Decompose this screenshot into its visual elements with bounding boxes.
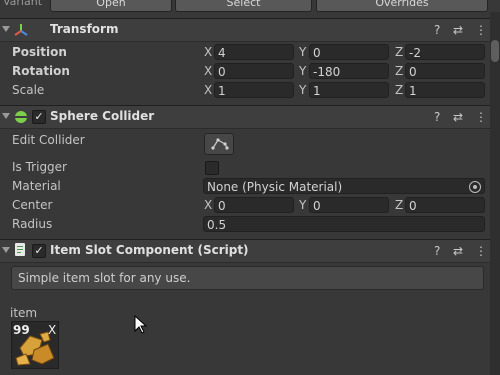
help-icon[interactable]: ?	[434, 23, 440, 37]
is-trigger-label: Is Trigger	[12, 160, 67, 174]
position-x-axis: X	[204, 45, 213, 59]
rotation-z-field[interactable]: 0	[405, 63, 485, 79]
position-x-field[interactable]: 4	[214, 44, 294, 60]
center-z-field[interactable]: 0	[405, 197, 485, 213]
sphere-collider-title: Sphere Collider	[50, 109, 155, 123]
presets-icon[interactable]: ⇄	[453, 244, 463, 258]
position-label: Position	[12, 45, 67, 59]
item-slot-enabled-checkbox[interactable]: ✓	[32, 244, 46, 258]
item-slot-header[interactable]: ✓ Item Slot Component (Script) ? ⇄ ⋮	[0, 239, 490, 263]
inspector-scrollbar-thumb[interactable]	[491, 40, 499, 62]
scale-label: Scale	[12, 83, 45, 97]
scale-x-axis: X	[204, 83, 213, 97]
object-picker-icon[interactable]	[469, 181, 481, 193]
variant-label: Variant	[3, 0, 43, 8]
presets-icon[interactable]: ⇄	[453, 110, 463, 124]
item-slot-foldout-arrow[interactable]	[2, 247, 10, 253]
sphere-collider-foldout-arrow[interactable]	[2, 113, 10, 119]
component-menu-icon[interactable]: ⋮	[475, 244, 487, 258]
radius-label: Radius	[12, 217, 53, 231]
scale-y-axis: Y	[299, 83, 307, 97]
rotation-y-field[interactable]: -180	[309, 63, 389, 79]
sphere-collider-enabled-checkbox[interactable]: ✓	[32, 110, 46, 124]
help-icon[interactable]: ?	[434, 110, 440, 124]
transform-header[interactable]: Transform ? ⇄ ⋮	[0, 18, 490, 42]
transform-foldout-arrow[interactable]	[2, 26, 10, 32]
position-z-axis: Z	[395, 45, 404, 59]
edit-collider-icon	[211, 138, 229, 150]
help-icon[interactable]: ?	[434, 244, 440, 258]
edit-collider-label: Edit Collider	[12, 133, 85, 147]
rotation-x-axis: X	[204, 64, 213, 78]
component-menu-icon[interactable]: ⋮	[475, 23, 487, 37]
scale-x-field[interactable]: 1	[214, 82, 294, 98]
center-x-axis: X	[204, 198, 213, 212]
rotation-y-axis: Y	[299, 64, 307, 78]
position-y-field[interactable]: 0	[309, 44, 389, 60]
mouse-cursor-icon	[134, 315, 148, 334]
description-text: Simple item slot for any use.	[18, 271, 191, 285]
position-z-field[interactable]: -2	[405, 44, 485, 60]
center-x-field[interactable]: 0	[214, 197, 294, 213]
item-slot-title: Item Slot Component (Script)	[50, 243, 249, 257]
rotation-x-field[interactable]: 0	[214, 63, 294, 79]
center-y-field[interactable]: 0	[309, 197, 389, 213]
component-menu-icon[interactable]: ⋮	[475, 110, 487, 124]
material-object-field[interactable]: None (Physic Material)	[203, 178, 485, 194]
material-label: Material	[12, 179, 61, 193]
transform-title: Transform	[50, 22, 119, 36]
rotation-z-axis: Z	[395, 64, 404, 78]
item-slot[interactable]: 99 X	[11, 321, 59, 369]
scale-y-field[interactable]: 1	[309, 82, 389, 98]
center-z-axis: Z	[395, 198, 404, 212]
transform-icon	[14, 24, 28, 36]
center-label: Center	[12, 198, 53, 212]
edit-collider-button[interactable]	[204, 133, 234, 155]
is-trigger-checkbox[interactable]	[205, 161, 219, 175]
scale-z-axis: Z	[395, 83, 404, 97]
select-prefab-button[interactable]: Select	[175, 0, 312, 12]
scale-z-field[interactable]: 1	[405, 82, 485, 98]
material-value: None (Physic Material)	[207, 180, 343, 194]
item-label: item	[10, 306, 38, 320]
open-prefab-button[interactable]: Open	[50, 0, 172, 12]
position-y-axis: Y	[299, 45, 307, 59]
script-icon	[15, 243, 25, 256]
center-y-axis: Y	[299, 198, 307, 212]
overrides-dropdown[interactable]: Overrides	[316, 0, 488, 12]
description-box: Simple item slot for any use.	[11, 266, 484, 290]
sphere-collider-icon	[15, 111, 27, 123]
radius-field[interactable]: 0.5	[203, 216, 485, 232]
sphere-collider-header[interactable]: ✓ Sphere Collider ? ⇄ ⋮	[0, 105, 490, 129]
presets-icon[interactable]: ⇄	[453, 23, 463, 37]
rotation-label: Rotation	[12, 64, 70, 78]
item-count: 99	[13, 323, 30, 337]
inspector-scrollbar[interactable]	[490, 12, 500, 375]
item-remove-button[interactable]: X	[48, 323, 56, 337]
